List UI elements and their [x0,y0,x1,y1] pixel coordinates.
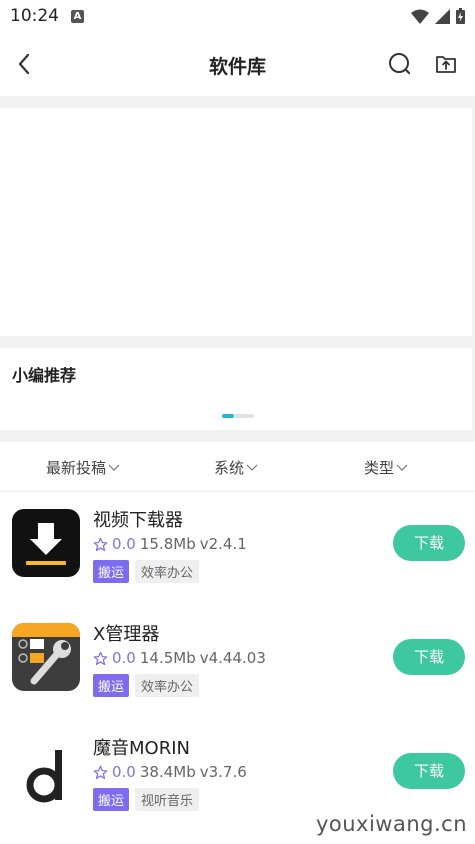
tag-source: 搬运 [93,674,130,697]
tag-category: 视听音乐 [135,788,200,811]
filter-type[interactable]: 类型 [364,457,408,478]
filter-system[interactable]: 系统 [214,457,258,478]
app-rating: 0.0 [112,535,136,553]
filter-bar: 最新投稿 系统 类型 [0,442,475,492]
chevron-down-icon [246,464,258,471]
wifi-icon [411,9,429,24]
app-size: 15.8Mb [139,535,196,553]
app-list: 视频下载器 0.0 15.8Mb v2.4.1 搬运 效率办公 下载 X管理器 … [0,492,475,844]
app-rating: 0.0 [112,649,136,667]
app-name: X管理器 [93,624,160,645]
star-icon [93,537,108,551]
notification-icon: A [71,9,84,23]
app-tags: 搬运 效率办公 [93,674,200,697]
morin-app-icon [12,737,80,805]
status-time: 10:24 [10,6,59,26]
recommend-title: 小编推荐 [12,366,77,385]
filter-label: 类型 [364,459,395,477]
carousel-dot-active [222,414,234,418]
upload-button[interactable] [432,50,460,78]
video-downloader-app-icon [12,509,80,577]
tag-source: 搬运 [93,560,130,583]
status-bar: 10:24 A [0,0,475,32]
search-button[interactable] [386,50,414,78]
app-item[interactable]: X管理器 0.0 14.5Mb v4.44.03 搬运 效率办公 下载 [0,606,475,720]
chevron-down-icon [108,464,120,471]
app-name: 视频下载器 [93,510,183,531]
star-icon [93,651,108,665]
app-meta: 0.0 38.4Mb v3.7.6 [93,763,247,781]
chevron-down-icon [396,464,408,471]
tag-source: 搬运 [93,788,130,811]
tag-category: 效率办公 [135,560,200,583]
app-tags: 搬运 效率办公 [93,560,200,583]
app-tags: 搬运 视听音乐 [93,788,200,811]
app-meta: 0.0 15.8Mb v2.4.1 [93,535,247,553]
carousel-dot [234,414,254,418]
app-version: v3.7.6 [199,763,247,781]
carousel-indicator [222,414,254,418]
search-icon [389,53,411,75]
battery-icon [456,8,465,24]
x-manager-app-icon [12,623,80,691]
app-name: 魔音MORIN [93,738,190,759]
filter-label: 系统 [214,459,245,477]
download-button[interactable]: 下载 [393,753,465,789]
app-version: v4.44.03 [199,649,266,667]
app-size: 38.4Mb [139,763,196,781]
upload-folder-icon [436,56,456,73]
filter-label: 最新投稿 [46,459,107,477]
app-rating: 0.0 [112,763,136,781]
banner[interactable] [0,108,472,336]
watermark: youxiwang.cn [315,812,467,836]
app-meta: 0.0 14.5Mb v4.44.03 [93,649,266,667]
download-button[interactable]: 下载 [393,639,465,675]
top-bar: 软件库 [0,32,475,96]
status-icons [411,8,465,24]
star-icon [93,765,108,779]
recommend-section: 小编推荐 [0,348,472,430]
app-item[interactable]: 视频下载器 0.0 15.8Mb v2.4.1 搬运 效率办公 下载 [0,492,475,606]
download-button[interactable]: 下载 [393,525,465,561]
filter-latest[interactable]: 最新投稿 [46,457,120,478]
tag-category: 效率办公 [135,674,200,697]
signal-icon [435,8,450,24]
app-size: 14.5Mb [139,649,196,667]
app-version: v2.4.1 [199,535,247,553]
